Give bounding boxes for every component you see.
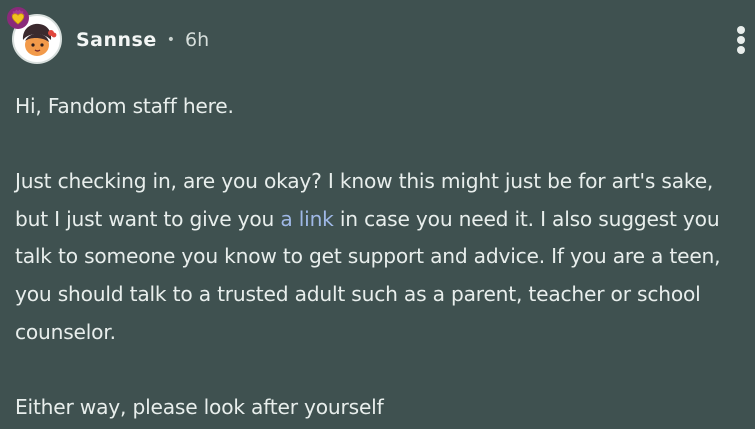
- greeting-text: Hi, Fandom staff here.: [15, 94, 234, 118]
- more-vertical-icon: [737, 26, 745, 34]
- heart-badge-icon: [7, 7, 29, 29]
- message-paragraph: Just checking in, are you okay? I know t…: [15, 163, 745, 351]
- meta-separator: •: [166, 32, 176, 48]
- post-meta: Sannse • 6h: [76, 25, 209, 55]
- more-options-button[interactable]: [728, 23, 754, 57]
- more-vertical-icon: [737, 36, 745, 44]
- message-body: Hi, Fandom staff here. Just checking in,…: [15, 88, 745, 426]
- closing-text: Either way, please look after yourself: [15, 394, 384, 419]
- post-header: Sannse • 6h: [0, 0, 755, 80]
- author-username[interactable]: Sannse: [76, 29, 157, 51]
- more-vertical-icon: [737, 46, 745, 54]
- author-avatar-wrap[interactable]: [7, 7, 64, 66]
- support-link[interactable]: a link: [280, 207, 333, 231]
- post-timestamp: 6h: [185, 29, 210, 51]
